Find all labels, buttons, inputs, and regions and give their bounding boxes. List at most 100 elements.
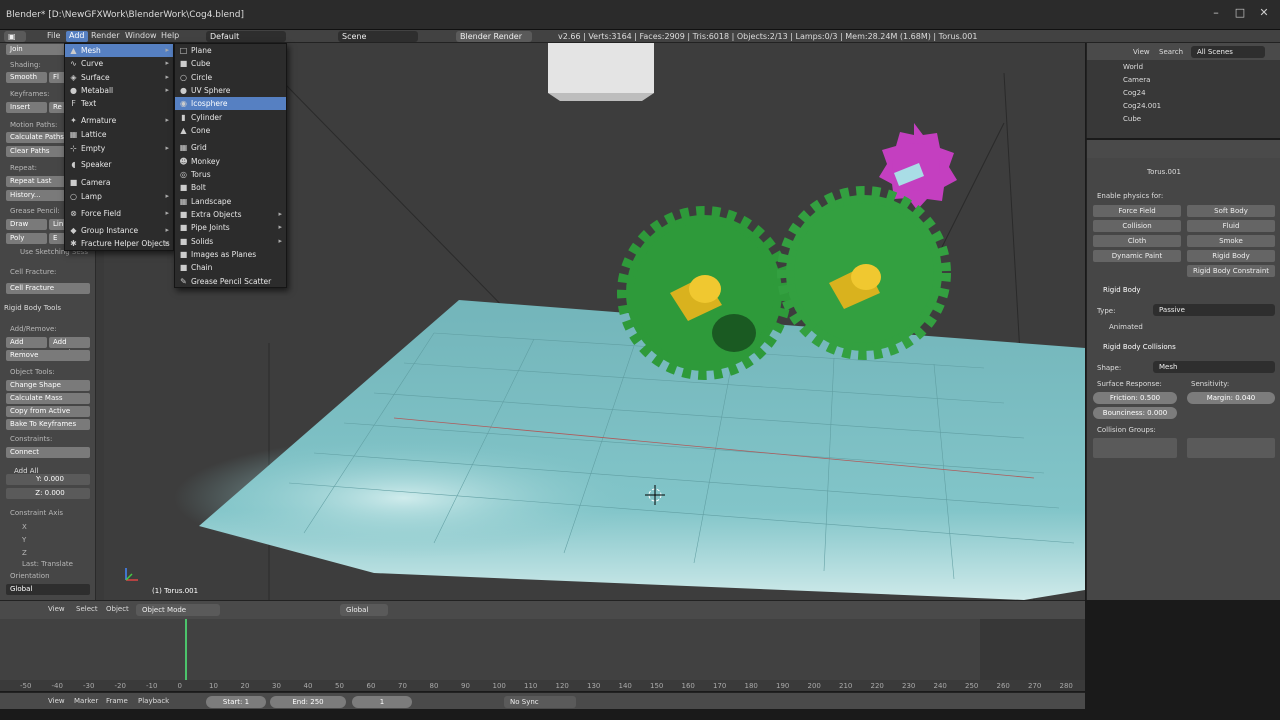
tl-frame-menu[interactable]: Frame bbox=[106, 697, 128, 705]
menu-window[interactable]: Window bbox=[122, 31, 160, 42]
menu-item-surface[interactable]: ◈ Surface ▸ bbox=[65, 71, 173, 84]
tl-marker-menu[interactable]: Marker bbox=[74, 697, 98, 705]
copy-from-active-button[interactable]: Copy from Active bbox=[6, 406, 90, 417]
y-field[interactable]: Y: 0.000 bbox=[6, 474, 90, 485]
menu-item-uv-sphere[interactable]: ● UV Sphere bbox=[175, 84, 286, 97]
collision-button[interactable]: Collision bbox=[1093, 220, 1181, 232]
menu-item-metaball[interactable]: ● Metaball ▸ bbox=[65, 84, 173, 97]
fluid-button[interactable]: Fluid bbox=[1187, 220, 1275, 232]
timeline-area[interactable] bbox=[0, 619, 1085, 685]
poly-button[interactable]: Poly bbox=[6, 233, 47, 244]
friction-field[interactable]: Friction: 0.500 bbox=[1093, 392, 1177, 404]
menu-help[interactable]: Help bbox=[158, 31, 182, 42]
menu-add[interactable]: Add bbox=[66, 31, 88, 42]
rb-collisions-panel-header[interactable]: Rigid Body Collisions bbox=[1103, 343, 1176, 351]
shape-dropdown[interactable]: Mesh bbox=[1153, 361, 1275, 373]
editor-type-icon[interactable]: ▣ bbox=[4, 31, 26, 42]
force-field-button[interactable]: Force Field bbox=[1093, 205, 1181, 217]
collision-groups-grid-left[interactable] bbox=[1093, 438, 1177, 458]
menu-item-curve[interactable]: ∿ Curve ▸ bbox=[65, 57, 173, 70]
rb-type-dropdown[interactable]: Passive bbox=[1153, 304, 1275, 316]
margin-field[interactable]: Margin: 0.040 bbox=[1187, 392, 1275, 404]
outliner-view-menu[interactable]: View bbox=[1133, 48, 1150, 56]
collision-groups-grid-right[interactable] bbox=[1187, 438, 1275, 458]
close-button[interactable]: ✕ bbox=[1253, 6, 1275, 22]
tl-view-menu[interactable]: View bbox=[48, 697, 65, 705]
outliner-search-menu[interactable]: Search bbox=[1159, 48, 1183, 56]
axis-z-checkbox[interactable]: Z bbox=[22, 549, 27, 557]
menu-item-plane[interactable]: □ Plane bbox=[175, 44, 286, 57]
add-active-button[interactable]: Add Active bbox=[6, 337, 47, 357]
minimize-button[interactable]: – bbox=[1205, 6, 1227, 22]
mode-dropdown[interactable]: Object Mode bbox=[136, 604, 220, 616]
menu-render[interactable]: Render bbox=[88, 31, 122, 42]
render-engine-dropdown[interactable]: Blender Render bbox=[456, 31, 532, 42]
menu-item-torus[interactable]: ◎ Torus bbox=[175, 168, 286, 181]
menu-item-cone[interactable]: ▲ Cone bbox=[175, 124, 286, 137]
tl-playback-menu[interactable]: Playback bbox=[138, 697, 169, 705]
menu-item-cube[interactable]: ■ Cube bbox=[175, 57, 286, 70]
layout-field[interactable]: Default bbox=[206, 31, 286, 42]
menu-item-chain[interactable]: ■ Chain bbox=[175, 261, 286, 274]
vp-select-menu[interactable]: Select bbox=[76, 605, 98, 613]
axis-y-checkbox[interactable]: Y bbox=[22, 536, 26, 544]
menu-item-bolt[interactable]: ■ Bolt bbox=[175, 181, 286, 194]
animated-checkbox[interactable]: Animated bbox=[1109, 323, 1143, 331]
menu-item-landscape[interactable]: ▦ Landscape bbox=[175, 195, 286, 208]
cloth-button[interactable]: Cloth bbox=[1093, 235, 1181, 247]
z-field[interactable]: Z: 0.000 bbox=[6, 488, 90, 499]
properties-tabs[interactable] bbox=[1087, 140, 1280, 158]
menu-item-extra-objects[interactable]: ■ Extra Objects ▸ bbox=[175, 208, 286, 221]
menu-item-mesh[interactable]: ▲ Mesh ▸ bbox=[65, 44, 173, 57]
menu-item-icosphere[interactable]: ◉ Icosphere bbox=[175, 97, 286, 110]
soft-body-button[interactable]: Soft Body bbox=[1187, 205, 1275, 217]
axis-x-checkbox[interactable]: X bbox=[22, 523, 27, 531]
rigid-body-panel-header[interactable]: Rigid Body bbox=[1103, 286, 1141, 294]
menu-item-speaker[interactable]: ◖ Speaker bbox=[65, 158, 173, 171]
menu-item-force-field[interactable]: ⊗ Force Field ▸ bbox=[65, 207, 173, 220]
menu-item-armature[interactable]: ✦ Armature ▸ bbox=[65, 114, 173, 127]
scene-field[interactable]: Scene bbox=[338, 31, 418, 42]
change-shape-button[interactable]: Change Shape bbox=[6, 380, 90, 391]
menu-item-grease-pencil-scatter[interactable]: ✎ Grease Pencil Scatter bbox=[175, 275, 286, 288]
menu-item-circle[interactable]: ○ Circle bbox=[175, 71, 286, 84]
smooth-button[interactable]: Smooth bbox=[6, 72, 47, 83]
insert-keyframe-button[interactable]: Insert bbox=[6, 102, 47, 113]
menu-item-empty[interactable]: ⊹ Empty ▸ bbox=[65, 142, 173, 155]
draw-button[interactable]: Draw bbox=[6, 219, 47, 230]
current-frame-indicator[interactable] bbox=[185, 619, 187, 681]
dynamic-paint-button[interactable]: Dynamic Paint bbox=[1093, 250, 1181, 262]
transform-orientation-dropdown[interactable]: Global bbox=[340, 604, 388, 616]
menu-item-pipe-joints[interactable]: ■ Pipe Joints ▸ bbox=[175, 221, 286, 234]
cell-fracture-button[interactable]: Cell Fracture bbox=[6, 283, 90, 294]
outliner-display-dropdown[interactable]: All Scenes bbox=[1191, 46, 1265, 58]
outliner-row-cog24[interactable]: Cog24 bbox=[1123, 87, 1146, 100]
menu-item-group-instance[interactable]: ◆ Group Instance ▸ bbox=[65, 224, 173, 237]
outliner-row-camera[interactable]: Camera bbox=[1123, 74, 1150, 87]
smoke-button[interactable]: Smoke bbox=[1187, 235, 1275, 247]
menu-item-fracture-helper-objects[interactable]: ✱ Fracture Helper Objects ▸ bbox=[65, 237, 173, 250]
menu-item-solids[interactable]: ■ Solids ▸ bbox=[175, 235, 286, 248]
orientation-dropdown[interactable]: Global bbox=[6, 584, 90, 595]
menu-item-lattice[interactable]: ▦ Lattice bbox=[65, 128, 173, 141]
rigid-body-tools-heading[interactable]: Rigid Body Tools bbox=[4, 304, 61, 312]
start-frame-field[interactable]: Start: 1 bbox=[206, 696, 266, 708]
add-passive-button[interactable]: Add Passiv bbox=[49, 337, 90, 357]
menu-item-cylinder[interactable]: ▮ Cylinder bbox=[175, 111, 286, 124]
menu-item-grid[interactable]: ▦ Grid bbox=[175, 141, 286, 154]
bake-to-keyframes-button[interactable]: Bake To Keyframes bbox=[6, 419, 90, 430]
outliner-row-world[interactable]: World bbox=[1123, 61, 1143, 74]
maximize-button[interactable]: □ bbox=[1229, 6, 1251, 22]
calculate-mass-button[interactable]: Calculate Mass bbox=[6, 393, 90, 404]
vp-object-menu[interactable]: Object bbox=[106, 605, 129, 613]
menu-item-images-as-planes[interactable]: ■ Images as Planes bbox=[175, 248, 286, 261]
outliner-row-cog24-001[interactable]: Cog24.001 bbox=[1123, 100, 1161, 113]
vp-view-menu[interactable]: View bbox=[48, 605, 65, 613]
outliner-row-cube[interactable]: Cube bbox=[1123, 113, 1141, 126]
menu-item-lamp[interactable]: ○ Lamp ▸ bbox=[65, 190, 173, 203]
current-frame-field[interactable]: 1 bbox=[352, 696, 412, 708]
sync-dropdown[interactable]: No Sync bbox=[504, 696, 576, 708]
end-frame-field[interactable]: End: 250 bbox=[270, 696, 346, 708]
connect-button[interactable]: Connect bbox=[6, 447, 90, 458]
bounciness-field[interactable]: Bounciness: 0.000 bbox=[1093, 407, 1177, 419]
